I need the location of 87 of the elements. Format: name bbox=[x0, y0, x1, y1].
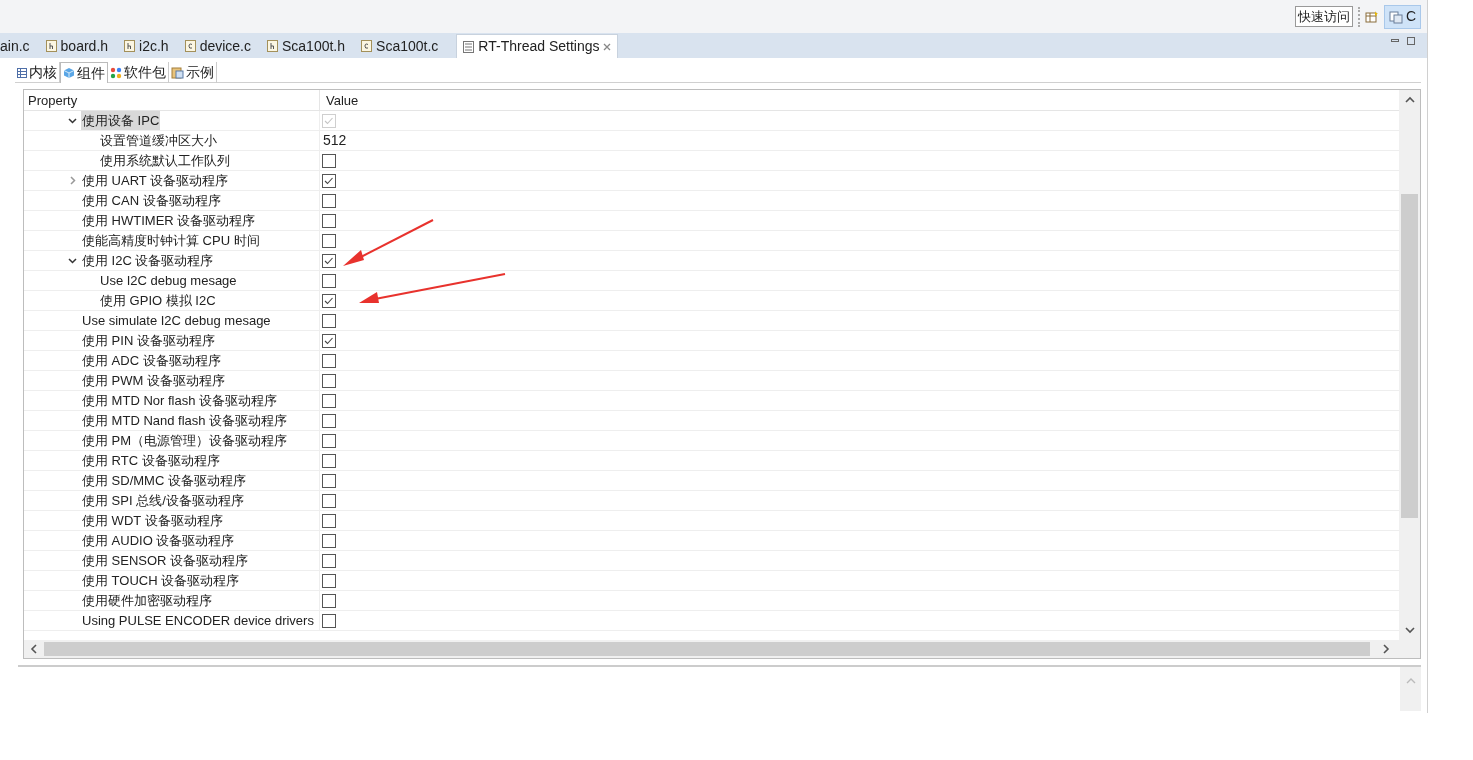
vertical-scrollbar[interactable] bbox=[1400, 667, 1421, 711]
checkbox[interactable] bbox=[322, 313, 336, 328]
minimize-button[interactable] bbox=[1391, 39, 1399, 42]
checkbox[interactable] bbox=[322, 293, 336, 308]
checkbox[interactable] bbox=[322, 493, 336, 508]
settings-file-icon bbox=[463, 40, 475, 53]
file-icon bbox=[361, 40, 373, 52]
collapse-chevron-icon[interactable] bbox=[69, 176, 76, 185]
c-perspective-icon bbox=[1388, 9, 1403, 24]
checkbox[interactable] bbox=[322, 593, 336, 608]
property-label[interactable]: 使用 SD/MMC 设备驱动程序 bbox=[81, 471, 247, 490]
file-icon bbox=[124, 40, 136, 52]
file-icon bbox=[45, 40, 57, 52]
checkbox[interactable] bbox=[322, 233, 336, 248]
file-icon bbox=[267, 40, 278, 52]
property-label[interactable]: 使用 PWM 设备驱动程序 bbox=[81, 371, 226, 390]
maximize-button[interactable] bbox=[1407, 37, 1415, 45]
checkbox[interactable] bbox=[322, 433, 336, 448]
scroll-right-icon[interactable] bbox=[1383, 644, 1390, 654]
editor-tab[interactable]: RT-Thread Settings bbox=[456, 34, 619, 58]
settings-tab[interactable]: 示例 bbox=[169, 62, 217, 83]
quick-access-field[interactable]: 快速访问 bbox=[1294, 6, 1353, 27]
checkbox[interactable] bbox=[322, 213, 336, 228]
checkbox[interactable] bbox=[322, 193, 336, 208]
property-label[interactable]: 使用 WDT 设备驱动程序 bbox=[81, 511, 224, 530]
editor-tab[interactable]: device.c bbox=[176, 34, 259, 58]
property-label[interactable]: 使用 PM（电源管理）设备驱动程序 bbox=[81, 431, 289, 450]
checkbox[interactable] bbox=[322, 513, 336, 528]
property-label[interactable]: Using PULSE ENCODER device drivers bbox=[81, 611, 315, 630]
editor-tab[interactable]: board.h bbox=[37, 34, 117, 58]
property-label[interactable]: 使用 ADC 设备驱动程序 bbox=[81, 351, 222, 370]
editor-tab[interactable]: ain.c bbox=[0, 34, 38, 58]
checkbox[interactable] bbox=[322, 413, 336, 428]
horizontal-scrollbar[interactable] bbox=[24, 640, 1420, 658]
property-label[interactable]: 使用 UART 设备驱动程序 bbox=[81, 171, 230, 190]
checkbox[interactable] bbox=[322, 613, 336, 628]
open-perspective-icon[interactable] bbox=[1364, 9, 1379, 24]
scroll-down-icon[interactable] bbox=[1404, 627, 1415, 634]
checkbox[interactable] bbox=[322, 453, 336, 468]
property-label[interactable]: 使用 MTD Nand flash 设备驱动程序 bbox=[81, 411, 289, 430]
file-icon bbox=[184, 40, 196, 52]
property-label[interactable]: 使用 CAN 设备驱动程序 bbox=[81, 191, 222, 210]
settings-tab[interactable]: 软件包 bbox=[108, 62, 169, 83]
editor-tab[interactable]: Sca100t.h bbox=[259, 34, 354, 58]
property-label[interactable]: 使用 SPI 总线/设备驱动程序 bbox=[81, 491, 245, 510]
property-label[interactable]: 使用 TOUCH 设备驱动程序 bbox=[81, 571, 241, 590]
checkbox[interactable] bbox=[322, 533, 336, 548]
checkbox[interactable] bbox=[322, 573, 336, 588]
scroll-left-icon[interactable] bbox=[30, 644, 37, 654]
property-label[interactable]: Use simulate I2C debug mesage bbox=[81, 311, 272, 330]
editor-tab[interactable]: Sca100t.c bbox=[353, 34, 447, 58]
checkbox[interactable] bbox=[322, 473, 336, 488]
scrollbar-thumb[interactable] bbox=[1401, 194, 1418, 518]
property-label[interactable]: 使用 PIN 设备驱动程序 bbox=[81, 331, 216, 350]
settings-tab[interactable]: 组件 bbox=[60, 62, 108, 83]
checkbox[interactable] bbox=[322, 393, 336, 408]
checkbox[interactable] bbox=[322, 553, 336, 568]
property-label[interactable]: 使能高精度时钟计算 CPU 时间 bbox=[81, 231, 261, 250]
vertical-scrollbar[interactable] bbox=[1399, 90, 1420, 640]
property-label[interactable]: 使用 I2C 设备驱动程序 bbox=[81, 251, 215, 270]
cube-icon bbox=[63, 67, 75, 79]
property-label[interactable]: 使用 GPIO 模拟 I2C bbox=[99, 291, 217, 310]
property-label[interactable]: 使用 HWTIMER 设备驱动程序 bbox=[81, 211, 257, 230]
checkbox[interactable] bbox=[322, 273, 336, 288]
toolbar-grip-icon bbox=[1357, 6, 1360, 27]
checkbox[interactable] bbox=[322, 333, 336, 348]
property-label[interactable]: 使用 RTC 设备驱动程序 bbox=[81, 451, 221, 470]
clipboard-icon bbox=[171, 66, 184, 79]
property-label[interactable]: 使用 MTD Nor flash 设备驱动程序 bbox=[81, 391, 278, 410]
perspective-button[interactable]: C bbox=[1383, 4, 1421, 29]
editor-tab[interactable]: i2c.h bbox=[116, 34, 177, 58]
checkbox[interactable] bbox=[322, 353, 336, 368]
property-label[interactable]: 使用 SENSOR 设备驱动程序 bbox=[81, 551, 250, 570]
property-label[interactable]: 使用硬件加密驱动程序 bbox=[81, 591, 213, 610]
checkbox[interactable] bbox=[322, 253, 336, 268]
property-label[interactable]: 使用 AUDIO 设备驱动程序 bbox=[81, 531, 236, 550]
scroll-up-icon[interactable] bbox=[1404, 96, 1415, 103]
expand-chevron-icon[interactable] bbox=[68, 257, 77, 264]
table-icon bbox=[17, 67, 27, 78]
checkbox[interactable] bbox=[322, 373, 336, 388]
property-label[interactable]: Use I2C debug mesage bbox=[99, 271, 238, 290]
scrollbar-thumb[interactable] bbox=[44, 642, 1370, 656]
close-icon[interactable] bbox=[603, 42, 612, 51]
column-header[interactable]: Property bbox=[24, 90, 320, 110]
column-header[interactable]: Value bbox=[320, 90, 1399, 110]
checkbox[interactable] bbox=[322, 173, 336, 188]
colored-dots-icon bbox=[110, 66, 122, 79]
